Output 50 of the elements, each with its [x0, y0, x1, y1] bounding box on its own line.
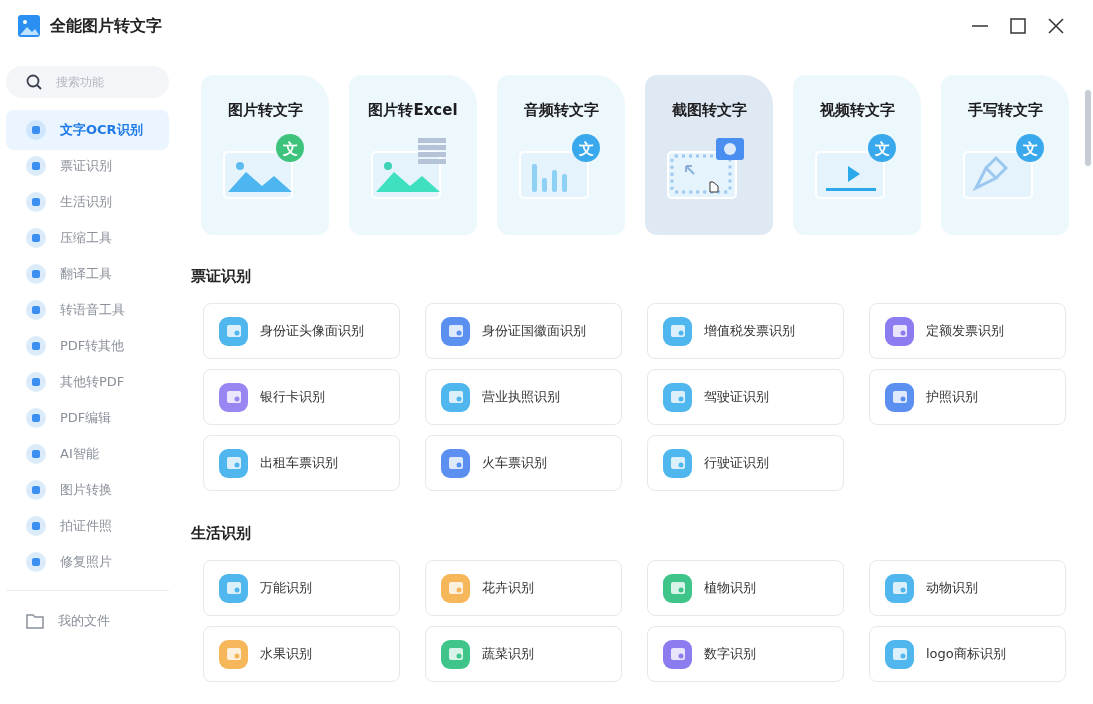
tool-card[interactable]: 行驶证识别	[647, 435, 844, 491]
circle-icon	[26, 228, 46, 248]
tool-card[interactable]: 水果识别	[203, 626, 400, 682]
circle-icon	[26, 372, 46, 392]
tool-card[interactable]: 蔬菜识别	[425, 626, 622, 682]
circle-icon	[26, 264, 46, 284]
circle-icon	[26, 516, 46, 536]
tool-card[interactable]: 身份证头像面识别	[203, 303, 400, 359]
circle-icon	[26, 552, 46, 572]
folder-icon	[26, 613, 44, 629]
feature-card[interactable]: 视频转文字 文	[793, 75, 921, 235]
circle-icon	[26, 156, 46, 176]
feature-card[interactable]: 手写转文字 文	[941, 75, 1069, 235]
sidebar-item[interactable]: 文字OCR识别	[6, 110, 169, 150]
circle-icon	[26, 480, 46, 500]
tool-card[interactable]: 营业执照识别	[425, 369, 622, 425]
tool-card[interactable]: 火车票识别	[425, 435, 622, 491]
tool-card[interactable]: 动物识别	[869, 560, 1066, 616]
circle-icon	[26, 192, 46, 212]
feature-card[interactable]: 音频转文字 文	[497, 75, 625, 235]
minimize-icon	[972, 25, 988, 27]
section-title: 票证识别	[191, 267, 252, 286]
tool-card[interactable]: 银行卡识别	[203, 369, 400, 425]
feature-card[interactable]: 图片转文字 文	[201, 75, 329, 235]
circle-icon	[26, 336, 46, 356]
section-title: 生活识别	[191, 524, 252, 543]
feature-card[interactable]: 截图转文字	[645, 75, 773, 235]
tool-card[interactable]: logo商标识别	[869, 626, 1066, 682]
search-icon	[26, 74, 42, 90]
tool-card[interactable]: 数字识别	[647, 626, 844, 682]
tool-card[interactable]: 万能识别	[203, 560, 400, 616]
tool-card[interactable]: 植物识别	[647, 560, 844, 616]
search-field[interactable]: 搜索功能	[6, 66, 169, 98]
tool-card[interactable]: 花卉识别	[425, 560, 622, 616]
tool-card[interactable]: 护照识别	[869, 369, 1066, 425]
tool-card[interactable]: 驾驶证识别	[647, 369, 844, 425]
close-icon	[1047, 17, 1065, 35]
circle-icon	[26, 120, 46, 140]
tool-card[interactable]: 出租车票识别	[203, 435, 400, 491]
app-logo-icon	[18, 15, 40, 37]
scrollbar[interactable]	[1085, 90, 1091, 166]
tool-card[interactable]: 增值税发票识别	[647, 303, 844, 359]
maximize-icon	[1009, 17, 1027, 35]
circle-icon	[26, 408, 46, 428]
tool-card[interactable]: 身份证国徽面识别	[425, 303, 622, 359]
tool-card[interactable]: 定额发票识别	[869, 303, 1066, 359]
window-title: 全能图片转文字	[50, 15, 163, 37]
circle-icon	[26, 444, 46, 464]
feature-card[interactable]: 图片转Excel	[349, 75, 477, 235]
circle-icon	[26, 300, 46, 320]
